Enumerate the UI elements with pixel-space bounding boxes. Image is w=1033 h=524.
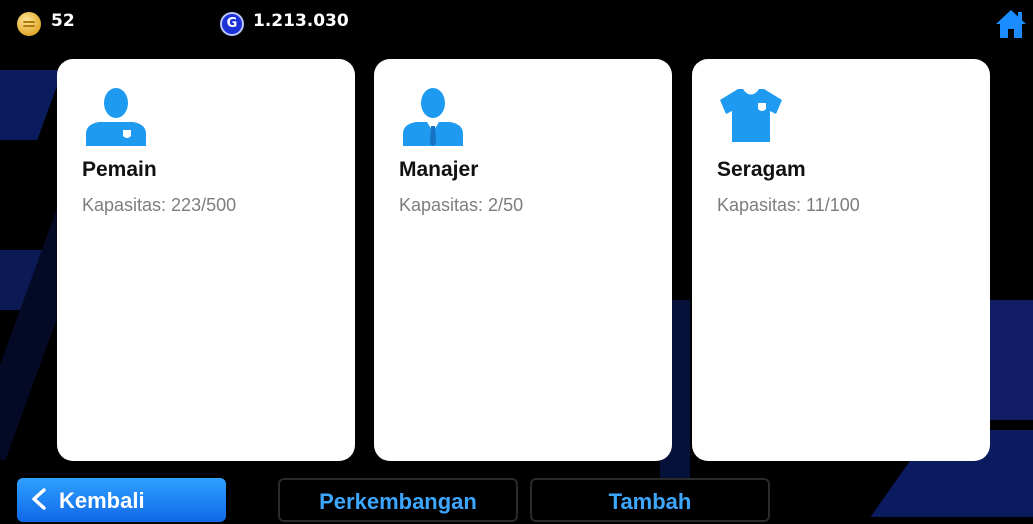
home-icon[interactable] xyxy=(994,8,1028,40)
coin-icon xyxy=(17,12,41,36)
card-title: Pemain xyxy=(82,158,157,181)
card-players[interactable]: Pemain Kapasitas: 223/500 xyxy=(57,59,355,461)
player-icon xyxy=(86,88,146,146)
card-capacity: Kapasitas: 2/50 xyxy=(399,195,524,215)
gp-balance: 1.213.030 xyxy=(253,11,349,31)
card-capacity: Kapasitas: 223/500 xyxy=(82,195,237,215)
bg-stripe xyxy=(0,70,63,140)
bg-stripe xyxy=(990,300,1033,420)
card-title: Seragam xyxy=(717,158,806,181)
card-capacity: Kapasitas: 11/100 xyxy=(717,195,860,215)
card-title: Manajer xyxy=(399,158,479,181)
kit-icon xyxy=(720,88,782,142)
coin-balance: 52 xyxy=(51,11,75,31)
card-managers[interactable]: Manajer Kapasitas: 2/50 xyxy=(374,59,672,461)
chevron-left-icon xyxy=(32,488,46,510)
add-button[interactable]: Tambah xyxy=(530,478,770,522)
back-button[interactable]: Kembali xyxy=(17,478,226,522)
develop-button[interactable]: Perkembangan xyxy=(278,478,518,522)
top-bar: 52 G 1.213.030 xyxy=(0,0,1033,46)
manager-icon xyxy=(403,88,463,146)
card-kits[interactable]: Seragam Kapasitas: 11/100 xyxy=(692,59,990,461)
back-button-label: Kembali xyxy=(59,488,145,513)
gp-icon: G xyxy=(220,12,244,36)
